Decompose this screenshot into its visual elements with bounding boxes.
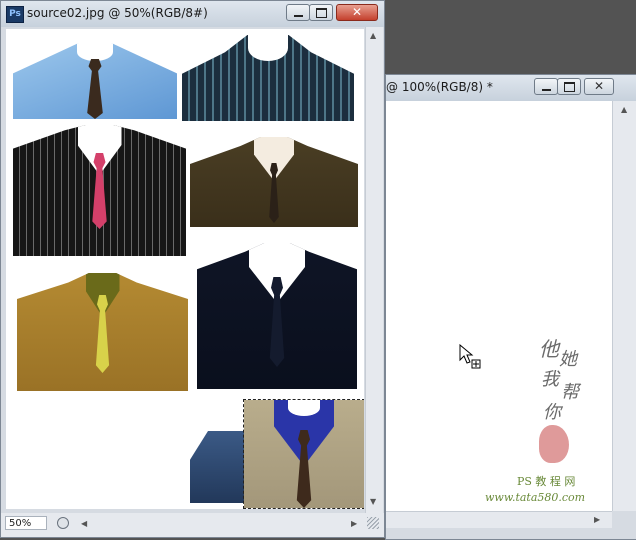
suit-olive-brown [190,137,358,227]
suit-light-blue-shirt [13,43,177,119]
back-window-titlebar[interactable]: @ 100%(RGB/8) * ✕ [386,75,636,101]
scroll-left-arrow-icon[interactable]: ◀ [81,519,87,528]
watermark-line2: www.tata580.com [485,491,586,504]
watermark-char-1: 他 [539,337,559,361]
scroll-up-arrow-icon[interactable]: ▲ [370,31,376,40]
photoshop-app-icon: Ps [6,6,24,23]
source-horizontal-scrollbar[interactable]: ◀ ▶ [75,514,364,532]
marquee-selection[interactable] [243,399,364,509]
close-icon: ✕ [594,79,605,93]
scroll-right-arrow-icon[interactable]: ▶ [594,515,600,524]
source-window-titlebar[interactable]: Ps source02.jpg @ 50%(RGB/8#) ✕ [1,1,384,27]
suit-black-pinstripe [13,125,186,256]
watermark-line1: PS 教 程 网 [517,475,576,488]
back-document-window[interactable]: @ 100%(RGB/8) * ✕ 他 她 我 帮 你 PS 教 程 网 www… [385,74,636,540]
move-cursor-icon [459,343,483,370]
watermark-char-5: 你 [543,402,561,423]
maximize-icon [564,82,575,92]
watermark-char-4: 帮 [561,382,579,403]
source-minimize-button[interactable] [286,4,310,21]
suit-mustard-tweed [17,273,188,391]
tie-dark-patterned [87,59,103,119]
source-status-bar: 50% ◀ ▶ [1,513,384,537]
minimize-icon [542,89,551,91]
source-document-window[interactable]: Ps source02.jpg @ 50%(RGB/8#) ✕ ▲ ▼ 50% … [0,0,385,538]
source-document-canvas[interactable] [6,29,364,509]
maximize-icon [316,8,327,18]
scroll-right-arrow-icon[interactable]: ▶ [351,519,357,528]
tie-pink [92,153,107,229]
back-minimize-button[interactable] [534,78,558,95]
scroll-up-arrow-icon[interactable]: ▲ [621,105,627,114]
minimize-icon [294,15,303,17]
watermark-char-3: 我 [541,369,559,390]
source-window-title: source02.jpg @ 50%(RGB/8#) [27,6,208,20]
back-close-button[interactable]: ✕ [584,78,614,95]
back-vertical-scrollbar[interactable]: ▲ [612,101,636,511]
suit-blue-partial [190,431,250,503]
suit-navy [197,243,357,389]
back-maximize-button[interactable] [557,78,581,95]
tie-yellow-dotted [95,295,110,373]
zoom-level-field[interactable]: 50% [5,516,47,530]
back-document-canvas[interactable]: 他 她 我 帮 你 PS 教 程 网 www.tata580.com [386,101,612,511]
source-vertical-scrollbar[interactable]: ▲ ▼ [365,27,383,513]
watermark-char-2: 她 [559,349,577,370]
scroll-down-arrow-icon[interactable]: ▼ [370,497,376,506]
back-horizontal-scrollbar[interactable]: ▶ [386,511,612,528]
close-icon: ✕ [352,5,363,19]
back-window-title: @ 100%(RGB/8) * [386,80,493,94]
watermark-seal [539,425,569,463]
suit-navy-striped-shirt [182,35,354,121]
source-maximize-button[interactable] [309,4,333,21]
resize-grip-icon[interactable] [367,517,379,529]
source-close-button[interactable]: ✕ [336,4,378,21]
status-menu-icon[interactable] [57,517,69,529]
watermark: 他 她 我 帮 你 PS 教 程 网 www.tata580.com [485,333,612,511]
